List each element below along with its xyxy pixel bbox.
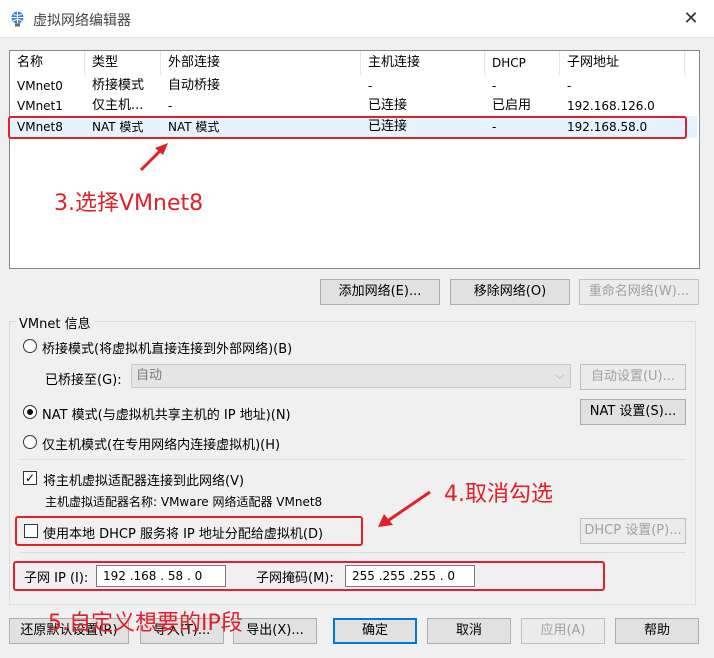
cell-subnet: 192.168.126.0	[567, 99, 655, 113]
connect-adapter-label[interactable]: 将主机虚拟适配器连接到此网络(V)	[43, 470, 244, 489]
cell-type: 桥接模式	[92, 78, 145, 93]
cell-type: 仅主机...	[92, 98, 144, 113]
table-row[interactable]: VMnet1 仅主机... - 已连接 已启用 192.168.126.0	[10, 96, 697, 116]
adapter-name-label: 主机虚拟适配器名称: VMware 网络适配器 VMnet8	[45, 495, 323, 509]
add-network-button[interactable]: 添加网络(E)...	[320, 279, 440, 305]
subnet-ip-input[interactable]: 192 .168 . 58 . 0	[96, 565, 226, 587]
col-header-host[interactable]: 主机连接	[361, 51, 485, 75]
close-icon[interactable]: ✕	[676, 4, 706, 34]
cell-external: -	[168, 99, 173, 113]
remove-network-button[interactable]: 移除网络(O)	[450, 279, 570, 305]
subnet-mask-label: 子网掩码(M):	[256, 571, 334, 586]
bridge-mode-label[interactable]: 桥接模式(将虚拟机直接连接到外部网络)(B)	[42, 338, 292, 357]
cell-dhcp: -	[492, 79, 497, 93]
nat-mode-radio[interactable]	[23, 405, 37, 419]
ok-button[interactable]: 确定	[333, 618, 417, 644]
network-list[interactable]: 名称 类型 外部连接 主机连接 DHCP 子网地址 VMnet0 桥接模式 自动…	[9, 50, 700, 269]
chevron-down-icon: ⌵	[555, 369, 564, 382]
bridged-to-value: 自动	[136, 368, 163, 383]
annotation-box-row	[8, 116, 687, 139]
connect-adapter-checkbox[interactable]: ✓	[23, 471, 37, 485]
help-button[interactable]: 帮助	[615, 618, 699, 644]
network-globe-icon	[9, 10, 26, 27]
cell-subnet: -	[567, 79, 572, 93]
cell-host: -	[368, 79, 373, 93]
annotation-step5: 5.自定义想要的IP段	[48, 611, 243, 636]
dhcp-label[interactable]: 使用本地 DHCP 服务将 IP 地址分配给虚拟机(D)	[43, 523, 323, 542]
annotation-arrow-icon	[135, 140, 175, 176]
apply-button[interactable]: 应用(A)	[521, 618, 605, 644]
bridge-mode-radio[interactable]	[23, 339, 37, 353]
divider	[19, 552, 686, 553]
col-header-type[interactable]: 类型	[85, 51, 161, 75]
subnet-mask-input[interactable]: 255 .255 .255 . 0	[345, 565, 475, 587]
dhcp-settings-button[interactable]: DHCP 设置(P)...	[580, 518, 686, 544]
cell-dhcp: 已启用	[492, 98, 532, 113]
cell-name: VMnet1	[17, 99, 63, 113]
vmnet-info-label: VMnet 信息	[16, 313, 94, 332]
bridged-to-label: 已桥接至(G):	[45, 373, 122, 388]
col-header-external[interactable]: 外部连接	[161, 51, 361, 75]
table-row[interactable]: VMnet0 桥接模式 自动桥接 - - -	[10, 76, 697, 96]
rename-network-button[interactable]: 重命名网络(W)...	[579, 279, 699, 305]
nat-mode-label[interactable]: NAT 模式(与虚拟机共享主机的 IP 地址)(N)	[42, 404, 291, 423]
host-only-label[interactable]: 仅主机模式(在专用网络内连接虚拟机)(H)	[42, 434, 280, 453]
annotation-step4: 4.取消勾选	[444, 482, 553, 507]
col-header-name[interactable]: 名称	[10, 51, 85, 75]
nat-settings-button[interactable]: NAT 设置(S)...	[580, 399, 686, 425]
col-header-dhcp[interactable]: DHCP	[485, 51, 560, 75]
annotation-step3: 3.选择VMnet8	[54, 191, 204, 216]
host-only-radio[interactable]	[23, 435, 37, 449]
divider	[19, 459, 686, 460]
subnet-ip-label: 子网 IP (I):	[24, 571, 89, 586]
window-title: 虚拟网络编辑器	[33, 13, 131, 29]
bridged-to-select[interactable]: 自动 ⌵	[131, 364, 571, 388]
cancel-button[interactable]: 取消	[427, 618, 511, 644]
annotation-arrow-icon	[374, 488, 436, 530]
cell-host: 已连接	[368, 98, 408, 113]
auto-settings-button[interactable]: 自动设置(U)...	[580, 364, 686, 390]
col-header-subnet[interactable]: 子网地址	[560, 51, 685, 75]
dhcp-checkbox[interactable]	[24, 524, 38, 538]
cell-external: 自动桥接	[168, 78, 221, 93]
cell-name: VMnet0	[17, 79, 63, 93]
export-button[interactable]: 导出(X)...	[233, 618, 317, 644]
